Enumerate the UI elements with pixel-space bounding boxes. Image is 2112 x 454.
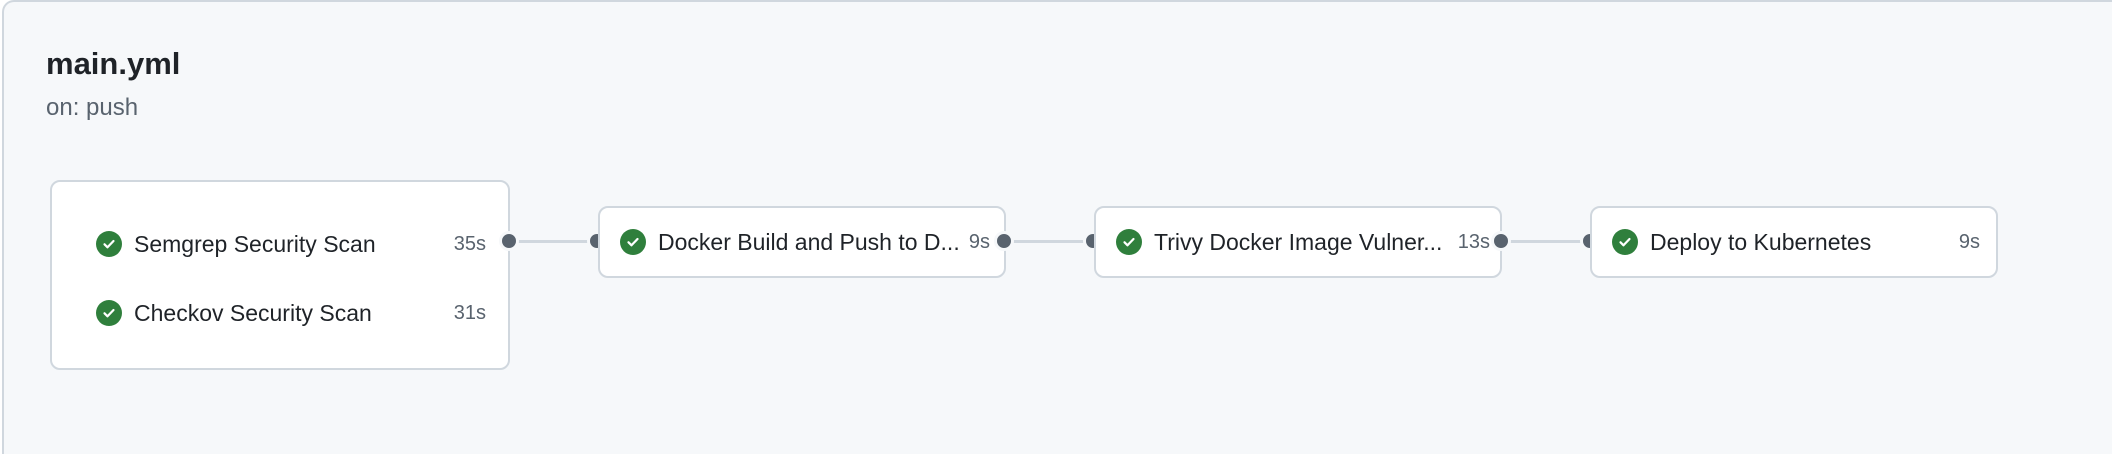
- job-row: Docker Build and Push to D... 9s: [620, 222, 990, 262]
- job-duration: 35s: [453, 233, 486, 255]
- job-name: Docker Build and Push to D...: [658, 228, 960, 255]
- output-node: [994, 231, 1014, 251]
- check-circle-icon: [96, 300, 122, 326]
- check-circle-icon: [96, 231, 122, 257]
- job-name: Trivy Docker Image Vulner...: [1154, 228, 1443, 255]
- output-node: [1491, 231, 1511, 251]
- job-name: Checkov Security Scan: [134, 299, 372, 326]
- job-deploy-to-kubernetes[interactable]: Deploy to Kubernetes 9s: [1590, 206, 1998, 278]
- output-node: [499, 231, 519, 251]
- job-semgrep-security-scan[interactable]: Semgrep Security Scan 35s: [96, 224, 486, 264]
- workflow-graph-panel: main.yml on: push Semgrep Security Scan …: [2, 0, 2112, 454]
- job-row: Deploy to Kubernetes 9s: [1612, 222, 1980, 262]
- check-circle-icon: [1116, 229, 1142, 255]
- job-docker-build-and-push[interactable]: Docker Build and Push to D... 9s: [598, 206, 1006, 278]
- job-group-security-scans: Semgrep Security Scan 35s Checkov Securi…: [50, 180, 510, 370]
- check-circle-icon: [1612, 229, 1638, 255]
- job-name: Semgrep Security Scan: [134, 230, 376, 257]
- job-duration: 31s: [453, 302, 486, 324]
- job-duration: 13s: [1457, 231, 1490, 253]
- job-duration: 9s: [968, 231, 990, 253]
- job-trivy-docker-image-scan[interactable]: Trivy Docker Image Vulner... 13s: [1094, 206, 1502, 278]
- job-connector: [1504, 240, 1590, 243]
- job-name: Deploy to Kubernetes: [1650, 228, 1872, 255]
- check-circle-icon: [620, 229, 646, 255]
- job-duration: 9s: [1958, 231, 1980, 253]
- job-connector: [512, 240, 598, 243]
- workflow-title[interactable]: main.yml: [46, 44, 180, 84]
- job-row: Trivy Docker Image Vulner... 13s: [1116, 222, 1490, 262]
- workflow-trigger: on: push: [46, 94, 139, 121]
- job-checkov-security-scan[interactable]: Checkov Security Scan 31s: [96, 293, 486, 333]
- job-connector: [1008, 240, 1094, 243]
